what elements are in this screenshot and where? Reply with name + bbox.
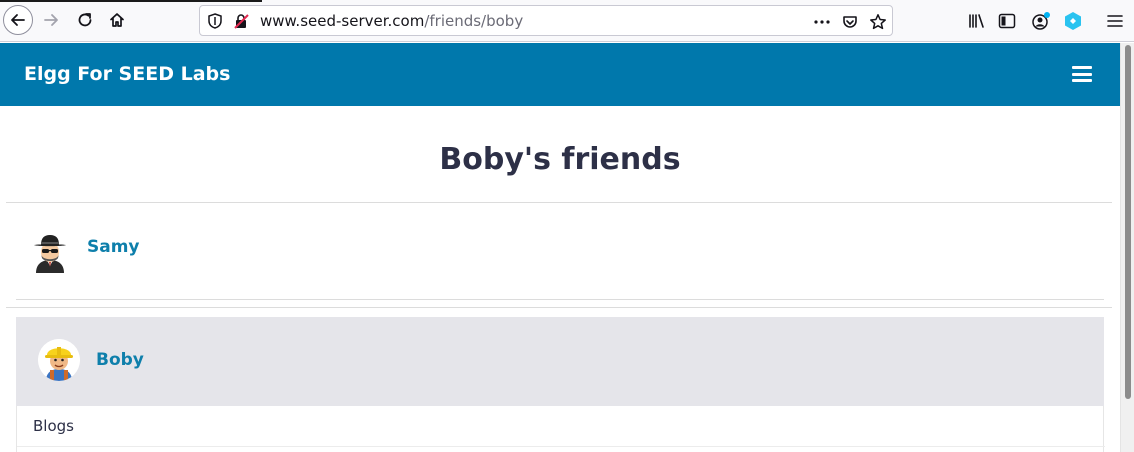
site-title[interactable]: Elgg For SEED Labs	[24, 63, 230, 85]
scrollbar-thumb[interactable]	[1125, 45, 1131, 399]
reload-icon	[78, 13, 92, 27]
pocket-icon[interactable]	[840, 12, 860, 32]
sidebar-icon[interactable]	[996, 10, 1018, 32]
extension-icon[interactable]	[1062, 10, 1084, 32]
address-bar[interactable]: www.seed-server.com/friends/boby	[199, 5, 893, 36]
site-header: Elgg For SEED Labs	[0, 43, 1120, 106]
friend-list-item: Samy	[16, 233, 616, 289]
library-icon[interactable]	[966, 10, 988, 32]
account-icon[interactable]	[1030, 10, 1052, 32]
owner-menu: Blogs	[16, 406, 1105, 452]
builder-avatar-icon[interactable]	[38, 339, 80, 381]
divider	[6, 202, 1112, 203]
url-text[interactable]: www.seed-server.com/friends/boby	[260, 12, 523, 30]
spy-avatar-icon[interactable]	[30, 233, 70, 273]
back-button[interactable]	[3, 5, 33, 35]
owner-block: Boby	[16, 317, 1104, 406]
hamburger-menu-icon[interactable]	[1104, 10, 1126, 32]
forward-button[interactable]	[36, 5, 66, 35]
page-viewport: Elgg For SEED Labs Boby's friends Samy B…	[0, 43, 1120, 452]
home-icon	[110, 13, 124, 27]
more-actions-icon[interactable]	[812, 12, 832, 32]
menu-bar-3	[1072, 79, 1092, 82]
page-title: Boby's friends	[439, 142, 681, 177]
insecure-lock-icon[interactable]	[232, 12, 250, 30]
divider	[6, 307, 1112, 308]
home-button[interactable]	[102, 5, 132, 35]
back-arrow-icon	[11, 14, 25, 26]
divider	[17, 446, 1105, 447]
owner-name-link[interactable]: Boby	[96, 350, 144, 370]
url-path: /friends/boby	[424, 12, 524, 30]
reload-button[interactable]	[70, 5, 100, 35]
friend-name-link[interactable]: Samy	[87, 237, 140, 257]
active-tab-indicator	[0, 0, 262, 2]
url-host: www.seed-server.com	[260, 12, 425, 30]
menu-item-blogs[interactable]: Blogs	[33, 417, 74, 435]
site-menu-toggle[interactable]	[1072, 66, 1092, 82]
browser-toolbar: www.seed-server.com/friends/boby	[0, 0, 1134, 42]
scrollbar[interactable]	[1120, 43, 1134, 452]
bookmark-star-icon[interactable]	[868, 12, 888, 32]
menu-bar-1	[1072, 66, 1092, 69]
forward-arrow-icon	[44, 14, 58, 26]
menu-bar-2	[1072, 72, 1092, 76]
tracking-shield-icon[interactable]	[206, 12, 224, 30]
divider	[16, 299, 1104, 300]
